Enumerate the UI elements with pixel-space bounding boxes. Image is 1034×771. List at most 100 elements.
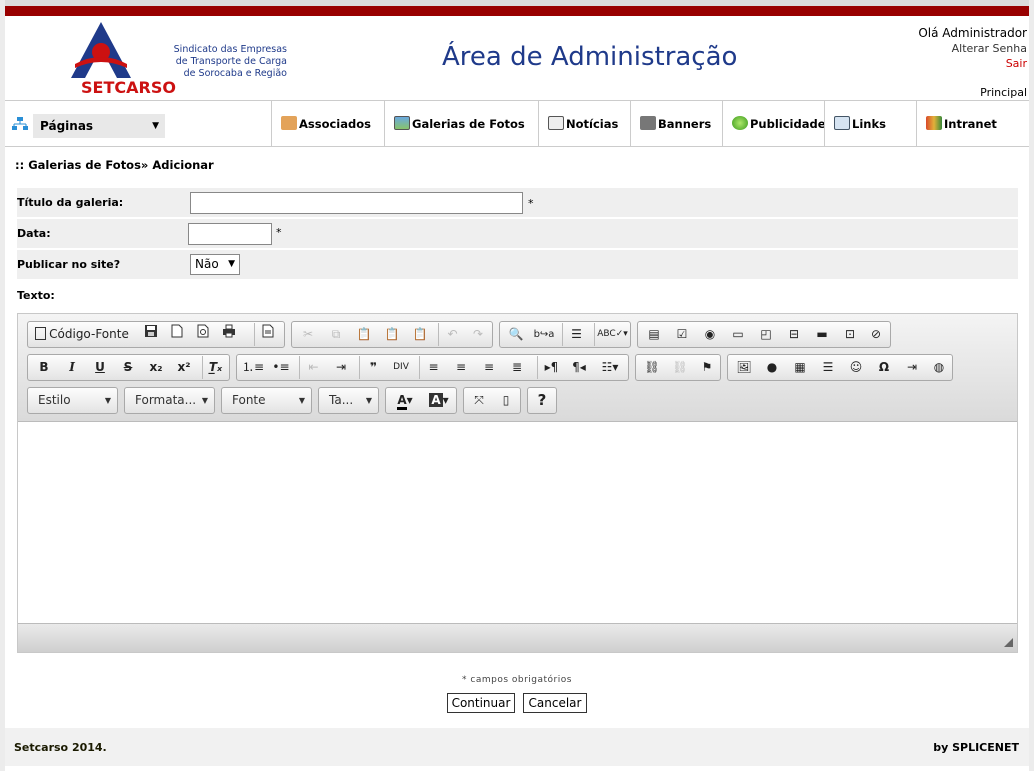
select-all-button[interactable]: ☰ [562, 323, 590, 346]
nav-item-links[interactable]: Links [824, 101, 917, 147]
paste-text-button[interactable]: 📋 [378, 323, 406, 346]
indent-button[interactable]: ⇥ [327, 356, 355, 379]
outdent-button[interactable]: ⇤ [299, 356, 327, 379]
image-button-field-button[interactable]: ⊡ [836, 323, 864, 346]
image-button-icon: ⊡ [844, 327, 856, 341]
image-button[interactable]: 🖼 [730, 356, 758, 379]
footer-credit[interactable]: by SPLICENET [933, 741, 1019, 754]
textfield-icon: ▭ [732, 327, 744, 341]
nav-item-banners[interactable]: Banners [630, 101, 723, 147]
hidden-field-button[interactable]: ⊘ [862, 323, 890, 346]
textarea-icon: ◰ [760, 327, 772, 341]
nav-item-noticias[interactable]: Notícias [538, 101, 631, 147]
flash-button[interactable]: ● [758, 356, 786, 379]
unlink-button[interactable]: ⛓ [666, 356, 694, 379]
nav-item-intranet[interactable]: Intranet [916, 101, 1029, 147]
find-button[interactable]: 🔍 [502, 323, 530, 346]
bold-button[interactable]: B [30, 356, 58, 379]
checkbox-button[interactable]: ☑ [668, 323, 696, 346]
publish-select[interactable]: Não ▼ [190, 254, 240, 275]
footer-copyright: Setcarso 2014. [14, 741, 107, 754]
table-icon: ▦ [794, 360, 806, 374]
preview-button[interactable] [190, 323, 216, 346]
logo-subtitle: Sindicato das Empresas de Transporte de … [137, 44, 287, 80]
ltr-button[interactable]: ▸¶ [537, 356, 565, 379]
language-button[interactable]: ☷▾ [593, 356, 627, 379]
numbered-list-button[interactable]: ⒈≡ [239, 356, 267, 379]
copy-button[interactable]: ⧉ [322, 323, 350, 346]
align-left-button[interactable]: ≡ [419, 356, 447, 379]
pages-select[interactable]: Páginas ▼ [33, 114, 165, 138]
date-input[interactable] [188, 223, 272, 245]
radio-button[interactable]: ◉ [696, 323, 724, 346]
templates-button[interactable] [254, 323, 280, 346]
button-field-button[interactable]: ▬ [808, 323, 836, 346]
page-break-button[interactable]: ⇥ [898, 356, 926, 379]
anchor-button[interactable]: ⚑ [694, 356, 720, 379]
resize-handle-icon[interactable] [1004, 638, 1013, 647]
chevron-down-icon: ▼ [104, 396, 111, 405]
title-input[interactable] [190, 192, 523, 214]
style-combo[interactable]: Estilo ▼ [27, 387, 118, 414]
justify-button[interactable]: ≣ [503, 356, 531, 379]
strike-button[interactable]: S [114, 356, 142, 379]
continue-button[interactable]: Continuar [447, 693, 515, 713]
nav-item-associados[interactable]: Associados [271, 101, 385, 147]
paste-button[interactable]: 📋 [350, 323, 378, 346]
maximize-button[interactable]: ⤧ [466, 389, 492, 412]
rtl-icon: ¶◂ [572, 360, 586, 374]
change-password-link[interactable]: Alterar Senha [918, 41, 1027, 56]
size-combo-label: Ta... [329, 393, 354, 407]
subscript-button[interactable]: x₂ [142, 356, 170, 379]
paste-word-button[interactable]: 📋 [406, 323, 434, 346]
horizontal-rule-button[interactable]: ☰ [814, 356, 842, 379]
nav-item-publicidade[interactable]: Publicidade [722, 101, 826, 147]
text-color-button[interactable]: A▾ [388, 389, 422, 412]
rtl-button[interactable]: ¶◂ [565, 356, 593, 379]
show-blocks-button[interactable]: ▯ [492, 389, 520, 412]
font-combo[interactable]: Fonte ▼ [221, 387, 312, 414]
format-combo[interactable]: Formata... ▼ [124, 387, 215, 414]
horizontal-rule-icon: ☰ [822, 360, 834, 374]
user-box: Olá Administrador Alterar Senha Sair [918, 26, 1027, 71]
help-button[interactable]: ? [530, 389, 554, 412]
undo-button[interactable]: ↶ [438, 323, 466, 346]
italic-button[interactable]: I [58, 356, 86, 379]
div-button[interactable]: DIV [387, 356, 415, 379]
link-button[interactable]: ⛓ [638, 356, 666, 379]
replace-button[interactable]: b↪a [530, 323, 558, 346]
editor-toolbar: Código-Fonte ✂ ⧉ 📋 📋 📋 ↶ ↷ 🔍 b↪a ☰ ABC✓▾… [18, 314, 1017, 422]
select-field-button[interactable]: ⊟ [780, 323, 808, 346]
superscript-button[interactable]: x² [170, 356, 198, 379]
nav-item-galerias[interactable]: Galerias de Fotos [384, 101, 539, 147]
align-right-button[interactable]: ≡ [475, 356, 503, 379]
align-center-button[interactable]: ≡ [447, 356, 475, 379]
special-char-button[interactable]: Ω [870, 356, 898, 379]
blockquote-button[interactable]: ❞ [359, 356, 387, 379]
editor-content-area[interactable] [18, 423, 1017, 623]
source-button[interactable]: Código-Fonte [30, 323, 134, 346]
bulleted-list-button[interactable]: •≡ [267, 356, 295, 379]
print-icon [223, 324, 235, 338]
bg-color-button[interactable]: A ▾ [422, 389, 456, 412]
home-link[interactable]: Principal [980, 86, 1027, 99]
cut-button[interactable]: ✂ [294, 323, 322, 346]
textarea-button[interactable]: ◰ [752, 323, 780, 346]
table-button[interactable]: ▦ [786, 356, 814, 379]
save-button[interactable] [138, 323, 164, 346]
form-button[interactable]: ▤ [640, 323, 668, 346]
logo[interactable]: SETCARSO Sindicato das Empresas de Trans… [41, 20, 287, 97]
underline-button[interactable]: U [86, 356, 114, 379]
print-button[interactable] [216, 323, 242, 346]
new-page-button[interactable] [164, 323, 190, 346]
iframe-button[interactable]: ◍ [926, 356, 952, 379]
size-combo[interactable]: Ta... ▼ [318, 387, 379, 414]
remove-format-button[interactable]: T̲ₓ [202, 356, 228, 379]
smiley-button[interactable]: ☺ [842, 356, 870, 379]
superscript-icon: x² [177, 360, 191, 374]
logout-link[interactable]: Sair [918, 56, 1027, 71]
textfield-button[interactable]: ▭ [724, 323, 752, 346]
cancel-button[interactable]: Cancelar [523, 693, 587, 713]
redo-button[interactable]: ↷ [464, 323, 492, 346]
spellcheck-button[interactable]: ABC✓▾ [594, 323, 630, 346]
